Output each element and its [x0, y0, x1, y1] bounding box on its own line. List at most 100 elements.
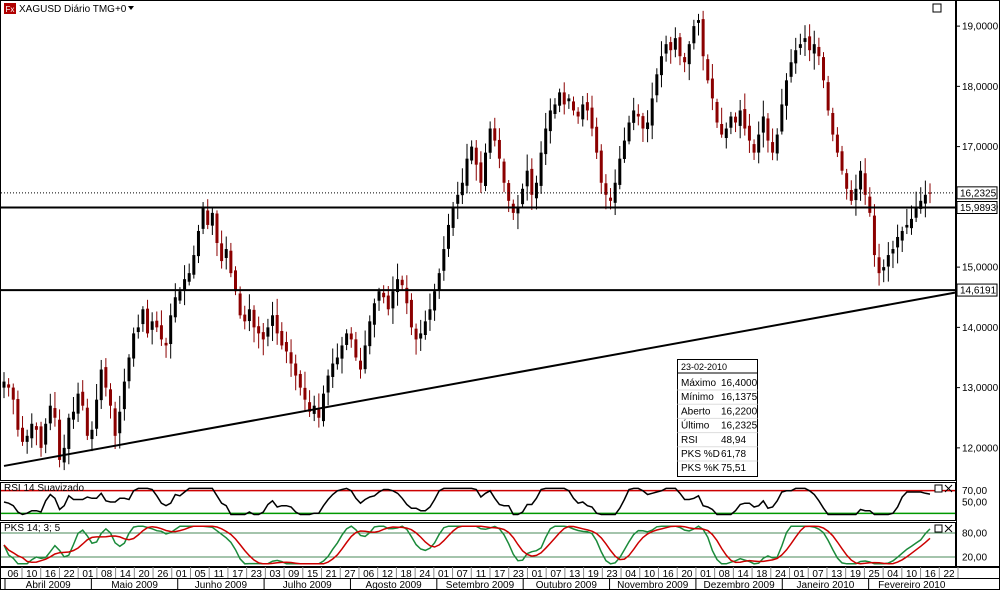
x-month-label: Junho 2009 — [195, 580, 248, 590]
candle-body — [599, 150, 603, 183]
candle-body — [30, 423, 34, 439]
candle-body — [284, 342, 288, 352]
candle-body — [622, 140, 626, 159]
candle-body — [530, 168, 534, 195]
info-row-value: 16,1375 — [721, 392, 758, 403]
price-tag-label: 14,6191 — [960, 286, 997, 297]
candle-body — [414, 328, 418, 340]
candle-body — [363, 345, 367, 370]
candle-body — [132, 333, 136, 359]
candle-body — [687, 44, 691, 65]
candle-body — [849, 190, 853, 201]
app-logo-letters: Fx — [6, 5, 15, 14]
candle-body — [507, 183, 511, 201]
candle-body — [294, 363, 298, 376]
candle-body — [484, 152, 488, 186]
price-tag-label: 16,2325 — [960, 188, 997, 199]
candle-body — [39, 426, 43, 448]
candle-body — [326, 375, 330, 393]
candle-body — [71, 411, 75, 420]
candle-body — [289, 352, 293, 364]
candle-body — [886, 255, 890, 267]
candle-body — [650, 98, 654, 126]
candle-body — [409, 299, 413, 328]
candle-body — [303, 387, 307, 400]
candle-body — [423, 321, 427, 336]
candle-body — [155, 320, 159, 328]
candle-body — [497, 139, 501, 159]
candle-body — [391, 291, 395, 309]
candle-body — [377, 291, 381, 301]
candle-body — [164, 342, 168, 346]
candle-body — [923, 194, 927, 204]
rsi-panel-maximize-icon[interactable] — [934, 484, 943, 493]
candle-body — [900, 230, 904, 241]
candle-body — [701, 19, 705, 57]
candle-body — [271, 315, 275, 326]
candle-body — [868, 196, 872, 213]
candle-body — [136, 327, 140, 333]
candle-body — [275, 314, 279, 334]
candle-body — [636, 113, 640, 117]
candle-body — [641, 116, 645, 129]
candle-body — [548, 110, 552, 132]
y-tick-label: 18,0000 — [962, 82, 999, 93]
candle-body — [544, 128, 548, 155]
y-tick-label: 13,0000 — [962, 383, 999, 394]
main-panel-maximize-icon[interactable] — [932, 3, 942, 13]
candle-body — [553, 104, 557, 114]
candle-body — [382, 292, 386, 298]
candle-body — [743, 109, 747, 129]
candle-body — [215, 213, 219, 244]
candle-body — [558, 92, 562, 106]
candle-body — [201, 206, 205, 229]
candle-body — [21, 427, 25, 442]
candle-body — [345, 333, 349, 345]
candle-body — [909, 218, 913, 229]
candle-body — [247, 309, 251, 322]
candle-body — [710, 78, 714, 99]
candle-body — [488, 128, 492, 153]
pks-title: PKS 14; 3; 5 — [4, 523, 61, 534]
info-row-label: Último — [681, 419, 710, 432]
candle-body — [891, 249, 895, 254]
info-row-value: 16,4000 — [721, 378, 758, 389]
candle-body — [882, 267, 886, 271]
main-plot-frame — [0, 0, 956, 481]
candle-body — [90, 429, 94, 440]
candle-body — [840, 151, 844, 171]
x-month-label: Maio 2009 — [111, 580, 158, 590]
candle-body — [11, 387, 15, 400]
candle-body — [85, 407, 89, 436]
candle-body — [229, 250, 233, 274]
candle-body — [386, 295, 390, 310]
pks-panel-maximize-icon[interactable] — [934, 524, 943, 533]
y-tick-label: 12,0000 — [962, 443, 999, 454]
info-row-label: Aberto — [681, 406, 711, 417]
candle-body — [206, 210, 210, 225]
candle-body — [238, 293, 242, 316]
chart-title[interactable]: XAGUSD Diário TMG+0 — [19, 4, 127, 15]
candle-body — [525, 170, 529, 187]
candle-body — [474, 147, 478, 165]
candle-body — [192, 255, 196, 275]
price-tag-label: 15,9893 — [960, 203, 997, 214]
x-month-label: Outubro 2009 — [536, 580, 598, 590]
candle-body — [99, 369, 103, 401]
candle-body — [7, 384, 11, 388]
candle-body — [187, 273, 191, 282]
candle-body — [470, 146, 474, 161]
y-tick-label: 14,0000 — [962, 323, 999, 334]
candle-body — [141, 309, 145, 325]
candle-body — [590, 107, 594, 129]
candle-body — [766, 118, 770, 141]
candle-body — [877, 257, 881, 274]
candle-body — [609, 197, 613, 201]
candle-body — [734, 116, 738, 123]
candle-body — [173, 297, 177, 318]
x-month-label: Setembro 2009 — [446, 580, 515, 590]
info-row-value: 48,94 — [721, 435, 746, 446]
candle-body — [831, 112, 835, 135]
candle-body — [44, 423, 48, 445]
candle-body — [280, 331, 284, 346]
